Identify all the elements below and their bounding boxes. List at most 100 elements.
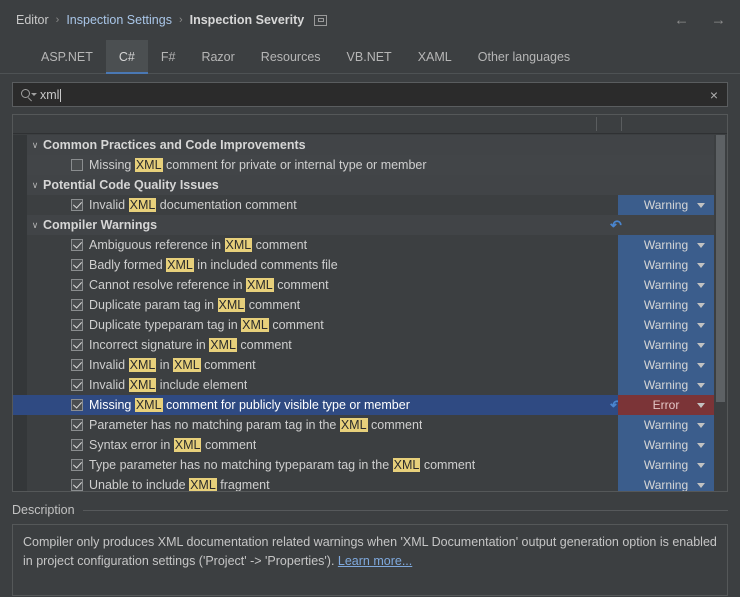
chevron-down-icon[interactable]: [697, 302, 705, 308]
tree-leaf-row[interactable]: Badly formed XML in included comments fi…: [13, 255, 727, 275]
severity-dropdown[interactable]: Error: [618, 395, 714, 415]
tab-vb-net[interactable]: VB.NET: [334, 40, 405, 73]
chevron-down-icon[interactable]: [697, 242, 705, 248]
severity-dropdown[interactable]: Warning: [618, 315, 714, 335]
chevron-down-icon[interactable]: [697, 442, 705, 448]
chevron-down-icon[interactable]: [697, 322, 705, 328]
tree-leaf-row[interactable]: Duplicate typeparam tag in XML comment Wa…: [13, 315, 727, 335]
inspection-checkbox[interactable]: [71, 259, 83, 271]
tab-other-languages[interactable]: Other languages: [465, 40, 583, 73]
breadcrumb-item-1[interactable]: Inspection Settings: [66, 13, 172, 27]
tree-leaf-row[interactable]: Unable to include XML fragment Warning: [13, 475, 727, 491]
tab-xaml[interactable]: XAML: [405, 40, 465, 73]
tree-leaf-row[interactable]: Syntax error in XML comment Warning: [13, 435, 727, 455]
forward-arrow-icon[interactable]: →: [711, 13, 726, 28]
tab-resources[interactable]: Resources: [248, 40, 334, 73]
inspection-checkbox[interactable]: [71, 239, 83, 251]
column-divider-1[interactable]: [596, 117, 597, 131]
tree-leaf-row[interactable]: Cannot resolve reference in XML comment W…: [13, 275, 727, 295]
expand-collapse-icon[interactable]: ∨: [27, 140, 43, 150]
severity-dropdown[interactable]: Warning: [618, 475, 714, 491]
tree-leaf-row[interactable]: Parameter has no matching param tag in t…: [13, 415, 727, 435]
learn-more-link[interactable]: Learn more...: [338, 554, 412, 568]
severity-dropdown[interactable]: Warning: [618, 235, 714, 255]
tree-leaf-row[interactable]: Ambiguous reference in XML comment Warnin…: [13, 235, 727, 255]
inspection-checkbox[interactable]: [71, 379, 83, 391]
chevron-down-icon[interactable]: [697, 382, 705, 388]
tab-asp-net[interactable]: ASP.NET: [28, 40, 106, 73]
tree-leaf-row[interactable]: Duplicate param tag in XML comment Warnin…: [13, 295, 727, 315]
group-label: Common Practices and Code Improvements: [43, 138, 306, 152]
inspection-checkbox[interactable]: [71, 459, 83, 471]
search-input[interactable]: xml: [40, 88, 708, 102]
severity-dropdown[interactable]: Warning: [618, 375, 714, 395]
severity-dropdown[interactable]: Warning: [618, 335, 714, 355]
tab-c-[interactable]: C#: [105, 40, 148, 74]
expand-collapse-icon[interactable]: ∨: [27, 180, 43, 190]
severity-dropdown[interactable]: Warning: [618, 255, 714, 275]
breadcrumb-separator: ›: [178, 14, 183, 26]
inspection-checkbox[interactable]: [71, 159, 83, 171]
search-highlight: XML: [392, 458, 421, 472]
severity-dropdown[interactable]: Warning: [618, 295, 714, 315]
severity-value: Warning: [643, 238, 689, 252]
search-highlight: XML: [209, 338, 237, 352]
tree-leaf-row[interactable]: Invalid XML in XML comment Warning: [13, 355, 727, 375]
chevron-down-icon[interactable]: [697, 282, 705, 288]
chevron-down-icon[interactable]: [697, 362, 705, 368]
inspection-checkbox[interactable]: [71, 419, 83, 431]
vertical-scrollbar[interactable]: [714, 135, 727, 491]
breadcrumb-item-0[interactable]: Editor: [16, 13, 49, 27]
inspection-checkbox[interactable]: [71, 279, 83, 291]
tree-leaf-row[interactable]: Missing XML comment for publicly visible…: [13, 395, 727, 415]
chevron-down-icon[interactable]: [697, 462, 705, 468]
revert-icon[interactable]: ↶: [609, 218, 623, 232]
scrollbar-thumb[interactable]: [716, 135, 725, 402]
tree-leaf-row[interactable]: Invalid XML documentation comment Warning: [13, 195, 727, 215]
clear-search-icon[interactable]: ×: [708, 88, 720, 102]
inspection-checkbox[interactable]: [71, 199, 83, 211]
back-arrow-icon[interactable]: ←: [674, 13, 689, 28]
breadcrumb-item-2[interactable]: Inspection Severity: [190, 13, 305, 27]
inspection-checkbox[interactable]: [71, 359, 83, 371]
inspection-checkbox[interactable]: [71, 439, 83, 451]
chevron-down-icon[interactable]: [697, 402, 705, 408]
inspection-checkbox[interactable]: [71, 339, 83, 351]
search-highlight: XML: [224, 238, 253, 252]
expand-collapse-icon[interactable]: ∨: [27, 220, 43, 230]
tree-leaf-row[interactable]: Incorrect signature in XML comment Warnin…: [13, 335, 727, 355]
severity-dropdown[interactable]: Warning: [618, 415, 714, 435]
severity-dropdown[interactable]: Warning: [618, 355, 714, 375]
chevron-down-icon[interactable]: [697, 482, 705, 488]
window-icon[interactable]: [314, 14, 328, 26]
tree-group-row[interactable]: ∨ Common Practices and Code Improvements: [13, 135, 727, 155]
tree-group-row[interactable]: ∨ Potential Code Quality Issues: [13, 175, 727, 195]
inspection-label: Invalid XML include element: [89, 378, 248, 392]
tree-group-row[interactable]: ∨ Compiler Warnings ↶: [13, 215, 727, 235]
inspection-checkbox[interactable]: [71, 399, 83, 411]
tree-leaf-row[interactable]: Missing XML comment for private or inter…: [13, 155, 727, 175]
inspection-label: Unable to include XML fragment: [89, 478, 270, 491]
severity-dropdown[interactable]: Warning: [618, 435, 714, 455]
inspection-label: Incorrect signature in XML comment: [89, 338, 292, 352]
tab-razor[interactable]: Razor: [188, 40, 247, 73]
chevron-down-icon[interactable]: [697, 262, 705, 268]
severity-dropdown[interactable]: Warning: [618, 275, 714, 295]
chevron-down-icon[interactable]: [697, 202, 705, 208]
inspection-checkbox[interactable]: [71, 319, 83, 331]
description-title: Description: [12, 503, 75, 517]
inspection-label: Badly formed XML in included comments fi…: [89, 258, 338, 272]
severity-dropdown[interactable]: Warning: [618, 195, 714, 215]
chevron-down-icon[interactable]: [697, 342, 705, 348]
chevron-down-icon[interactable]: [697, 422, 705, 428]
column-divider-2[interactable]: [621, 117, 622, 131]
tree-leaf-row[interactable]: Invalid XML include element Warning: [13, 375, 727, 395]
search-box[interactable]: xml ×: [12, 82, 728, 107]
severity-value: Warning: [643, 338, 689, 352]
severity-dropdown[interactable]: Warning: [618, 455, 714, 475]
inspection-checkbox[interactable]: [71, 479, 83, 491]
search-icon[interactable]: [21, 88, 37, 102]
tree-leaf-row[interactable]: Type parameter has no matching typeparam…: [13, 455, 727, 475]
tab-f-[interactable]: F#: [148, 40, 189, 73]
inspection-checkbox[interactable]: [71, 299, 83, 311]
